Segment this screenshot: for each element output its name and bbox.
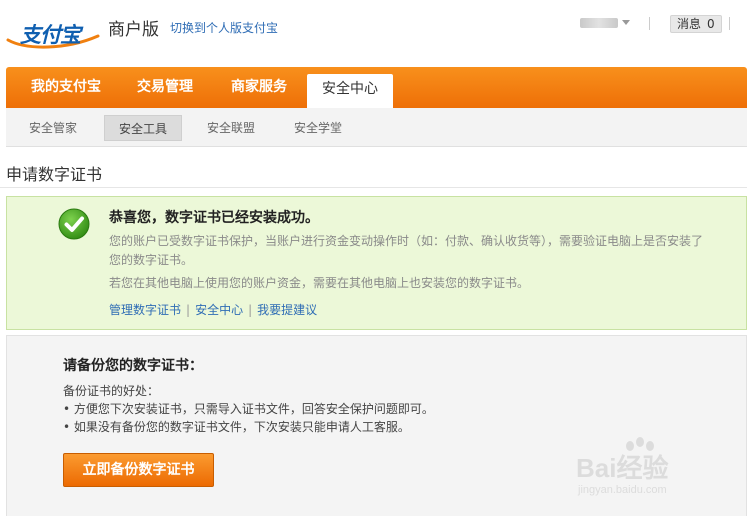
page-header: 支付宝 商户版 切换到个人版支付宝 消息 0 [0, 0, 747, 66]
watermark-text: Bai经验 [576, 453, 669, 483]
feedback-link[interactable]: 我要提建议 [257, 303, 317, 317]
success-title: 恭喜您，数字证书已经安装成功。 [109, 210, 319, 226]
subnav-security-alliance[interactable]: 安全联盟 [195, 115, 267, 141]
success-message-box: 恭喜您，数字证书已经安装成功。 您的账户已受数字证书保护，当账户进行资金变动操作… [6, 196, 747, 330]
messages-label: 消息 [677, 17, 702, 31]
benefits-heading: 备份证书的好处： [63, 384, 160, 398]
tab-my-alipay[interactable]: 我的支付宝 [20, 67, 112, 108]
tab-security-center[interactable]: 安全中心 [307, 74, 393, 108]
title-divider [0, 187, 747, 188]
backup-now-button[interactable]: 立即备份数字证书 [63, 453, 214, 487]
success-description: 您的账户已受数字证书保护，当账户进行资金变动操作时（如：付款、确认收货等），需要… [109, 234, 704, 267]
tab-trade-management[interactable]: 交易管理 [122, 67, 208, 108]
switch-personal-link[interactable]: 切换到个人版支付宝 [170, 19, 278, 36]
subnav-security-school[interactable]: 安全学堂 [282, 115, 354, 141]
sub-nav: 安全管家 安全工具 安全联盟 安全学堂 [6, 108, 747, 147]
main-nav: 我的支付宝 交易管理 商家服务 安全中心 [6, 67, 747, 108]
backup-title: 请备份您的数字证书： [63, 358, 203, 374]
link-separator: | [248, 303, 253, 317]
messages-button[interactable]: 消息 0 [670, 15, 722, 33]
page-title: 申请数字证书 [6, 165, 103, 184]
success-check-icon [58, 208, 90, 240]
other-computer-note: 若您在其他电脑上使用您的账户资金，需要在其他电脑上也安装您的数字证书。 [109, 276, 530, 290]
benefit-item: • 方便您下次安装证书，只需导入证书文件，回答安全保护问题即可。 [63, 402, 434, 416]
header-divider [649, 17, 650, 30]
link-separator: | [186, 303, 191, 317]
manage-certificate-link[interactable]: 管理数字证书 [109, 303, 181, 317]
merchant-edition-label: 商户版 [108, 20, 159, 40]
logo-text: 支付宝 [20, 22, 81, 47]
username-redacted[interactable] [580, 18, 618, 28]
alipay-logo[interactable]: 支付宝 [6, 10, 102, 50]
messages-count: 0 [707, 17, 715, 31]
tab-merchant-services[interactable]: 商家服务 [216, 67, 302, 108]
success-links: 管理数字证书 | 安全中心 | 我要提建议 [109, 301, 317, 318]
chevron-down-icon[interactable] [622, 20, 630, 25]
baidu-jingyan-watermark: Bai经验 jingyan.baidu.com [568, 437, 718, 500]
security-center-link[interactable]: 安全中心 [195, 303, 243, 317]
subnav-security-butler[interactable]: 安全管家 [17, 115, 89, 141]
subnav-security-tools[interactable]: 安全工具 [104, 115, 182, 141]
benefit-item: • 如果没有备份您的数字证书文件，下次安装只能申请人工客服。 [63, 420, 410, 434]
watermark-url: jingyan.baidu.com [578, 484, 667, 496]
header-divider [729, 17, 730, 30]
